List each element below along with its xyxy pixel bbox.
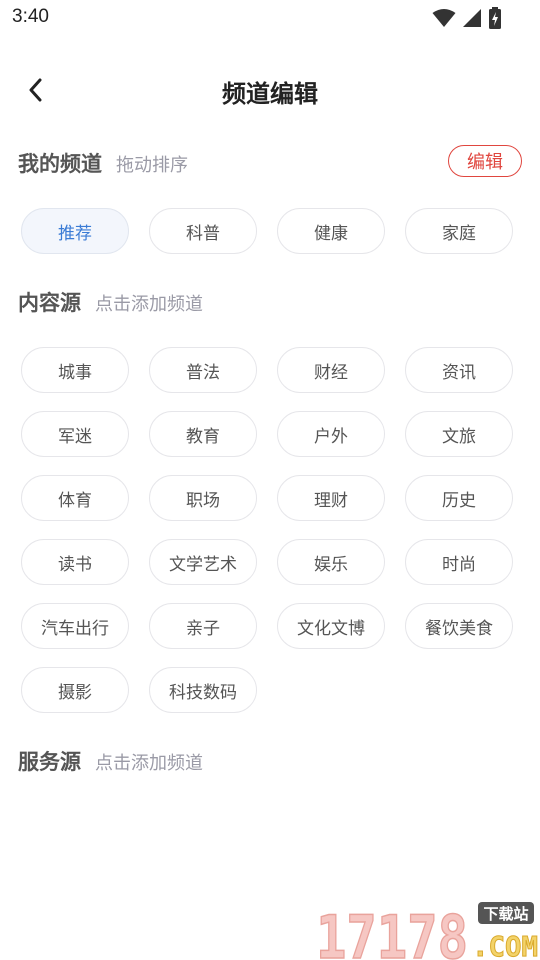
my-channels-grid: 推荐 科普 健康 家庭 (21, 208, 513, 254)
wifi-icon (432, 9, 456, 27)
content-sources-title: 内容源 (18, 291, 81, 315)
content-sources-grid: 城事 普法 财经 资讯军迷 教育 户外 文旅体育 职场 理财 历史读书 文学艺术 娱乐 时尚汽车出行 亲子… (21, 347, 513, 713)
content-source-chip[interactable]: 汽车出行 (21, 603, 129, 649)
content-source-chip[interactable]: 城事 (21, 347, 129, 393)
content-source-chip[interactable]: 教育 (149, 411, 257, 457)
content-source-chip[interactable]: 职场 (149, 475, 257, 521)
content-source-chip[interactable]: 餐饮美食 (405, 603, 513, 649)
my-channel-chip[interactable]: 健康 (277, 208, 385, 254)
my-channel-chip[interactable]: 家庭 (405, 208, 513, 254)
my-channels-header: 我的频道 拖动排序 (18, 148, 188, 178)
content-source-chip[interactable]: 时尚 (405, 539, 513, 585)
top-bar: 频道编辑 (0, 60, 540, 120)
content-source-chip[interactable]: 文化文博 (277, 603, 385, 649)
status-icons (432, 7, 502, 29)
status-time: 3:40 (12, 6, 49, 27)
content-source-chip[interactable]: 普法 (149, 347, 257, 393)
content-source-chip[interactable]: 读书 (21, 539, 129, 585)
content-source-chip[interactable]: 亲子 (149, 603, 257, 649)
service-sources-hint: 点击添加频道 (95, 753, 203, 774)
content-source-chip[interactable]: 体育 (21, 475, 129, 521)
content-sources-hint: 点击添加频道 (95, 294, 203, 315)
page-title: 频道编辑 (222, 80, 318, 108)
my-channels-hint: 拖动排序 (116, 155, 188, 176)
content-source-chip[interactable]: 科技数码 (149, 667, 257, 713)
content-source-chip[interactable]: 文旅 (405, 411, 513, 457)
signal-icon (463, 9, 481, 27)
service-sources-header: 服务源 点击添加频道 (18, 746, 203, 776)
content-sources-header: 内容源 点击添加频道 (18, 287, 203, 317)
battery-charging-icon (489, 7, 501, 29)
my-channels-title: 我的频道 (18, 152, 102, 176)
service-sources-title: 服务源 (18, 750, 81, 774)
my-channel-chip[interactable]: 科普 (149, 208, 257, 254)
content-source-chip[interactable]: 摄影 (21, 667, 129, 713)
watermark-logo: 17178 下载站 .COM (315, 902, 539, 960)
content-source-chip[interactable]: 理财 (277, 475, 385, 521)
watermark-badge: 下载站 (483, 905, 528, 923)
content-source-chip[interactable]: 娱乐 (277, 539, 385, 585)
content-source-chip[interactable]: 资讯 (405, 347, 513, 393)
my-channel-chip[interactable]: 推荐 (21, 208, 129, 254)
content-source-chip[interactable]: 历史 (405, 475, 513, 521)
watermark-domain: .COM (472, 930, 538, 960)
content-source-chip[interactable]: 军迷 (21, 411, 129, 457)
content-source-chip[interactable]: 文学艺术 (149, 539, 257, 585)
content-source-chip[interactable]: 户外 (277, 411, 385, 457)
edit-button[interactable]: 编辑 (448, 145, 522, 177)
status-bar: 3:40 (0, 0, 540, 36)
content-source-chip[interactable]: 财经 (277, 347, 385, 393)
watermark-number: 17178 (316, 903, 468, 960)
